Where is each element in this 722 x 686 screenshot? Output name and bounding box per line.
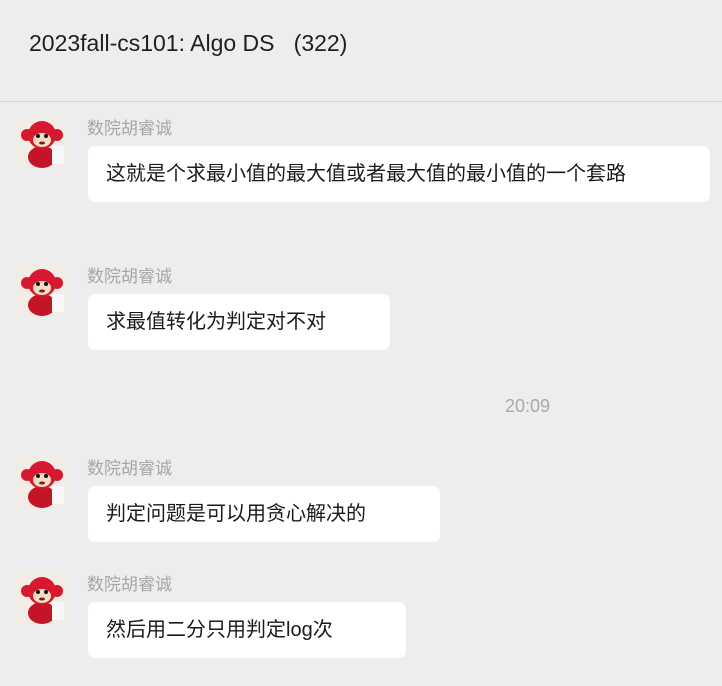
sender-avatar[interactable] [16,572,68,624]
chat-title[interactable]: 2023fall-cs101: Algo DS (322) [29,30,347,57]
sender-name: 数院胡睿诚 [87,267,172,286]
red-monkey-plush-icon [16,456,68,508]
red-monkey-plush-icon [16,572,68,624]
sender-name: 数院胡睿诚 [87,459,172,478]
sender-name: 数院胡睿诚 [87,119,172,138]
message-bubble[interactable]: 判定问题是可以用贪心解决的 [88,486,440,542]
sender-avatar[interactable] [16,456,68,508]
message-bubble[interactable]: 求最值转化为判定对不对 [88,294,390,350]
message-bubble[interactable]: 这就是个求最小值的最大值或者最大值的最小值的一个套路 [88,146,710,202]
chat-header: 2023fall-cs101: Algo DS (322) [0,0,722,102]
message-list[interactable]: 数院胡睿诚 这就是个求最小值的最大值或者最大值的最小值的一个套路 数院胡睿诚 求… [0,102,722,686]
message-bubble[interactable]: 然后用二分只用判定log次 [88,602,406,658]
red-monkey-plush-icon [16,264,68,316]
sender-avatar[interactable] [16,116,68,168]
red-monkey-plush-icon [16,116,68,168]
sender-avatar[interactable] [16,264,68,316]
message-timestamp: 20:09 [505,396,551,416]
sender-name: 数院胡睿诚 [87,575,172,594]
